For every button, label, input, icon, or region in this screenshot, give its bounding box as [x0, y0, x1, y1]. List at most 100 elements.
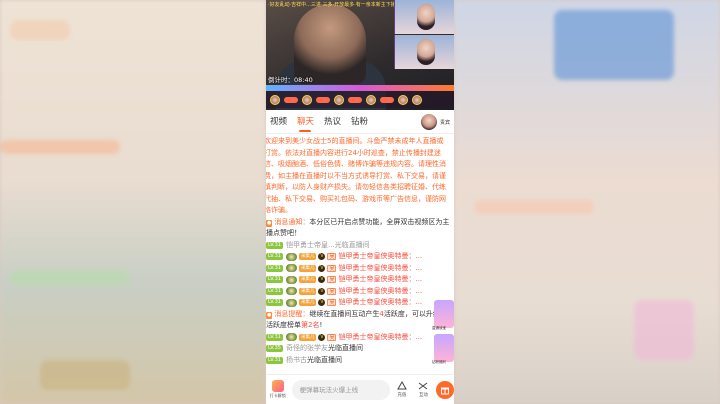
- level-badge: LV.31: [266, 356, 283, 364]
- cat-badge-icon: [285, 264, 297, 273]
- level-badge: LV.31: [266, 253, 283, 261]
- charge-icon: [396, 381, 407, 390]
- side-ad-banner[interactable]: 钻粉福利: [432, 334, 454, 364]
- checkin-button[interactable]: 打卡解锁: [266, 380, 290, 399]
- phone-screen: ·好友乱动·吉祥中...三进·三多·开放最多·有一亲本新主下播不是新生之中 一·…: [266, 0, 454, 404]
- vip-badge: V: [318, 287, 326, 295]
- charge-button[interactable]: 充值: [392, 381, 412, 398]
- cat-badge-icon: [285, 333, 297, 342]
- level-badge: LV.31: [266, 241, 283, 249]
- side-ad-label: 直通读宝: [432, 325, 446, 330]
- gift-button[interactable]: [436, 380, 454, 399]
- level-badge: LV.31: [266, 264, 283, 272]
- enter-message: LV.35 奇怪的张学友 光临直播间: [266, 343, 454, 355]
- fan-badge: 采集儿: [298, 253, 317, 261]
- gift-message: LV.31 采集儿 V 吴铠甲勇士帝皇侠奥特曼：...: [266, 274, 454, 286]
- gift-text[interactable]: 铠甲勇士帝皇侠奥特曼：...: [338, 332, 422, 344]
- viewer-badge: [380, 96, 394, 103]
- viewer-avatar[interactable]: [366, 94, 376, 105]
- side-ad-label: 钻粉福利: [432, 359, 446, 364]
- noble-badge: 吴: [327, 276, 337, 284]
- cat-badge-icon: [285, 252, 297, 261]
- cat-badge-icon: [285, 287, 297, 296]
- gift-text[interactable]: 铠甲勇士帝皇侠奥特曼：...: [338, 274, 422, 286]
- tab-bar: 视频 聊天 热议 钻粉 贵宾: [266, 110, 454, 134]
- vip-badge: V: [318, 264, 326, 272]
- interact-label: 互动: [418, 393, 428, 398]
- gift-message: LV.31 采集儿 V 吴铠甲勇士帝皇侠奥特曼：...: [266, 332, 454, 344]
- viewer-avatar[interactable]: [302, 94, 312, 105]
- pk-thumbnail[interactable]: [394, 0, 454, 34]
- blurred-background-right: [454, 0, 720, 404]
- noble-badge: 吴: [327, 333, 337, 341]
- guest-face: [417, 39, 435, 65]
- interact-icon: [419, 382, 428, 390]
- welcome-notice: 欢迎来到美少女战士5的直播间。斗鱼严禁未成年人直播或打赏。依法对直播内容进行24…: [266, 137, 446, 214]
- fan-badge: 采集儿: [298, 287, 317, 295]
- user-name[interactable]: 杨书古: [286, 355, 307, 367]
- viewer-avatar[interactable]: [334, 94, 344, 105]
- enter-text[interactable]: 铠甲勇士帝皇...光临直播间: [286, 240, 370, 252]
- cat-badge-icon: [285, 298, 297, 307]
- system-notice: ● 消息通知：本分区已开启点赞功能，全屏双击视频区为主播点赞吧！: [266, 217, 454, 240]
- guest-face: [417, 4, 435, 30]
- interact-button[interactable]: 互动: [414, 381, 434, 398]
- gift-text[interactable]: 铠甲勇士帝皇侠奥特曼：...: [338, 297, 422, 309]
- viewer-badge: [348, 96, 362, 103]
- notice-title: 消息通知：: [274, 217, 310, 226]
- gift-icon: [441, 387, 450, 394]
- audience-avatar-strip: [266, 91, 454, 108]
- gift-text[interactable]: 铠甲勇士帝皇侠奥特曼：...: [338, 286, 422, 298]
- pk-thumbnail[interactable]: [394, 35, 454, 69]
- pk-thumbnails: [394, 0, 454, 70]
- notice-end: !: [319, 321, 323, 329]
- gift-message: LV.31 采集儿 V 吴铠甲勇士帝皇侠奥特曼：...: [266, 286, 454, 298]
- activity-notice: ● 消息提醒：继续在直播间互动产生4活跃度，可以升级到周活跃度榜单第2名!: [266, 309, 454, 332]
- notice-icon: ●: [266, 311, 273, 319]
- noble-badge: 吴: [327, 264, 337, 272]
- level-badge: LV.31: [266, 299, 283, 307]
- noble-badge: 吴: [327, 253, 337, 261]
- chat-list[interactable]: 欢迎来到美少女战士5的直播间。斗鱼严禁未成年人直播或打赏。依法对直播内容进行24…: [266, 134, 454, 366]
- tab-diamond-fans[interactable]: 钻粉: [345, 110, 374, 134]
- enter-message: LV.31 铠甲勇士帝皇...光临直播间: [266, 240, 454, 252]
- gift-text[interactable]: 铠甲勇士帝皇侠奥特曼：...: [338, 251, 422, 263]
- streamer-figure: [294, 4, 366, 84]
- anchor-info[interactable]: 贵宾: [420, 112, 454, 132]
- anchor-avatar[interactable]: [420, 113, 438, 131]
- danmaku-input[interactable]: 梗弹幕玩法火爆上线: [291, 379, 390, 400]
- charge-label: 充值: [397, 393, 407, 398]
- tab-hot-discussion[interactable]: 热议: [318, 110, 347, 134]
- live-video-player[interactable]: ·好友乱动·吉祥中...三进·三多·开放最多·有一亲本新主下播不是新生之中 一·…: [266, 0, 454, 110]
- viewer-avatar[interactable]: [398, 94, 408, 105]
- anchor-name: 贵宾: [440, 119, 451, 126]
- vip-badge: V: [318, 253, 326, 261]
- fan-badge: 采集儿: [298, 276, 317, 284]
- gift-text[interactable]: 铠甲勇士帝皇侠奥特曼：...: [338, 263, 422, 275]
- noble-badge: 吴: [327, 287, 337, 295]
- enter-text: 光临直播间: [327, 344, 363, 352]
- notice-rank: 第2名: [301, 321, 320, 329]
- vip-badge: V: [318, 299, 326, 307]
- tab-video[interactable]: 视频: [266, 110, 293, 134]
- gift-message: LV.31 采集儿 V 吴铠甲勇士帝皇侠奥特曼：...: [266, 297, 454, 309]
- viewer-avatar[interactable]: [270, 94, 280, 105]
- enter-message: LV.31 杨书古 光临直播间: [266, 355, 454, 367]
- notice-title: 消息提醒：: [274, 309, 310, 318]
- vip-badge: V: [318, 276, 326, 284]
- blurred-background-left: [0, 0, 266, 404]
- checkin-label: 打卡解锁: [269, 393, 286, 398]
- level-badge: LV.31: [266, 287, 283, 295]
- video-banner-text: ·好友乱动·吉祥中...三进·三多·开放最多·有一亲本新主下播不是新生之中 一·…: [268, 2, 396, 8]
- fan-badge: 采集儿: [298, 264, 317, 272]
- notice-icon: ●: [266, 219, 273, 227]
- tab-chat[interactable]: 聊天: [291, 110, 320, 134]
- user-name[interactable]: 奇怪的张学友: [286, 343, 328, 355]
- gift-message: LV.31 采集儿 V 吴铠甲勇士帝皇侠奥特曼：...: [266, 263, 454, 275]
- fan-badge: 采集儿: [298, 333, 317, 341]
- countdown-timer: 倒计时：08:40: [268, 76, 313, 84]
- viewer-avatar[interactable]: [412, 94, 422, 105]
- checkin-icon: [271, 380, 284, 392]
- side-ad-banner[interactable]: 直通读宝: [432, 300, 454, 330]
- level-badge: LV.31: [266, 276, 283, 284]
